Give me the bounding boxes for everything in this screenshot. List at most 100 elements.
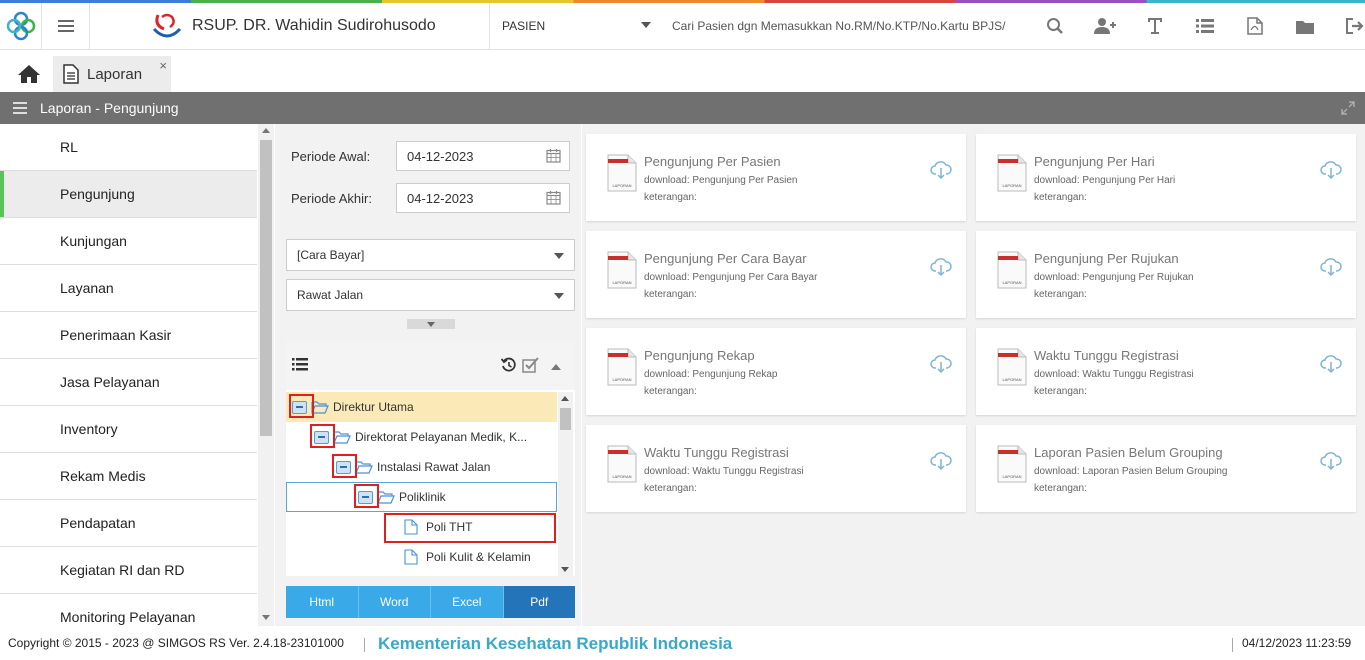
- sidebar-item-pengunjung[interactable]: Pengunjung: [0, 171, 257, 218]
- divider: [1232, 638, 1233, 652]
- panel-menu-button[interactable]: [0, 102, 40, 114]
- text-button[interactable]: [1130, 3, 1180, 49]
- report-download-text: download: Waktu Tunggu Registrasi: [1034, 369, 1194, 380]
- home-button[interactable]: [8, 59, 50, 89]
- report-note: keterangan:: [644, 483, 697, 494]
- list-button[interactable]: [1180, 3, 1230, 49]
- report-note: keterangan:: [1034, 483, 1087, 494]
- cloud-download-icon[interactable]: [930, 354, 952, 374]
- sidebar-item-kegiatan-ri-rd[interactable]: Kegiatan RI dan RD: [0, 547, 257, 594]
- search-button[interactable]: [1030, 3, 1080, 49]
- chevron-down-icon: [554, 293, 564, 299]
- scrollbar-thumb[interactable]: [560, 408, 571, 430]
- report-title: Waktu Tunggu Registrasi: [1034, 348, 1179, 363]
- sidebar-item-jasa-pelayanan[interactable]: Jasa Pelayanan: [0, 359, 257, 406]
- periode-akhir-input[interactable]: 04-12-2023: [396, 183, 570, 213]
- tab-laporan[interactable]: Laporan ×: [53, 56, 171, 92]
- chevron-down-icon: [427, 321, 435, 327]
- mode-select[interactable]: PASIEN: [491, 3, 661, 49]
- scroll-down-icon[interactable]: [561, 567, 569, 572]
- cara-bayar-value: [Cara Bayar]: [297, 248, 365, 262]
- menu-toggle-button[interactable]: [42, 3, 90, 49]
- calendar-icon[interactable]: [546, 190, 561, 205]
- report-icon-caption: LAPORAN: [612, 280, 631, 285]
- sidebar-item-monitoring-pelayanan[interactable]: Monitoring Pelayanan: [0, 594, 257, 626]
- top-bar: RSUP. DR. Wahidin Sudirohusodo PASIEN Ca…: [0, 0, 1365, 50]
- hamburger-icon: [57, 20, 74, 32]
- add-user-icon: [1094, 18, 1116, 34]
- tree-node-instalasi-rawat-jalan[interactable]: Instalasi Rawat Jalan: [330, 452, 557, 482]
- folder-icon: [1296, 20, 1314, 34]
- close-icon[interactable]: ×: [159, 58, 167, 73]
- report-card[interactable]: LAPORAN Pengunjung Per Rujukan download: P…: [976, 231, 1356, 318]
- report-card[interactable]: LAPORAN Laporan Pasien Belum Grouping down…: [976, 425, 1356, 512]
- hamburger-icon: [13, 102, 27, 114]
- home-icon: [18, 65, 40, 83]
- cloud-download-icon[interactable]: [930, 451, 952, 471]
- folder-open-icon: [355, 461, 373, 474]
- report-document-icon: LAPORAN: [997, 348, 1027, 386]
- tree-node-direktur-utama[interactable]: Direktur Utama: [286, 392, 557, 422]
- scrollbar-thumb[interactable]: [260, 140, 272, 436]
- sidebar-item-pendapatan[interactable]: Pendapatan: [0, 500, 257, 547]
- chevron-up-icon[interactable]: [551, 364, 561, 370]
- cloud-download-icon[interactable]: [930, 257, 952, 277]
- tree-scrollbar[interactable]: [558, 392, 573, 576]
- toolbar-icons: [1030, 3, 1365, 49]
- folder-open-icon: [377, 491, 395, 504]
- report-icon-caption: LAPORAN: [612, 377, 631, 382]
- logout-button[interactable]: [1330, 3, 1365, 49]
- file-icon: [404, 549, 418, 565]
- sidebar-item-inventory[interactable]: Inventory: [0, 406, 257, 453]
- format-excel-button[interactable]: Excel: [431, 586, 504, 618]
- app-logo[interactable]: [0, 3, 42, 49]
- pdf-button[interactable]: [1230, 3, 1280, 49]
- report-card[interactable]: LAPORAN Pengunjung Per Hari download: Peng…: [976, 134, 1356, 221]
- tree-node-direktorat-pelayanan-medik[interactable]: Direktorat Pelayanan Medik, K...: [308, 422, 557, 452]
- add-patient-button[interactable]: [1080, 3, 1130, 49]
- periode-awal-input[interactable]: 04-12-2023: [396, 141, 570, 171]
- sidebar-item-penerimaan-kasir[interactable]: Penerimaan Kasir: [0, 312, 257, 359]
- hospital-name: RSUP. DR. Wahidin Sudirohusodo: [192, 17, 436, 34]
- scroll-down-icon[interactable]: [262, 615, 270, 620]
- cloud-download-icon[interactable]: [930, 160, 952, 180]
- sidebar-item-label: Rekam Medis: [60, 468, 146, 484]
- format-word-button[interactable]: Word: [358, 586, 431, 618]
- report-document-icon: LAPORAN: [997, 445, 1027, 483]
- scroll-up-icon[interactable]: [262, 128, 270, 133]
- report-card[interactable]: LAPORAN Waktu Tunggu Registrasi download: …: [976, 328, 1356, 415]
- sidebar-item-rekam-medis[interactable]: Rekam Medis: [0, 453, 257, 500]
- collapse-toggle-button[interactable]: [407, 319, 455, 329]
- format-html-button[interactable]: Html: [286, 586, 359, 618]
- report-icon-caption: LAPORAN: [1002, 474, 1021, 479]
- check-all-icon[interactable]: [522, 357, 539, 373]
- periode-akhir-label: Periode Akhir:: [291, 191, 372, 206]
- cloud-download-icon[interactable]: [1320, 160, 1342, 180]
- calendar-icon[interactable]: [546, 148, 561, 163]
- report-card[interactable]: LAPORAN Pengunjung Per Pasien download: Pe…: [586, 134, 966, 221]
- folder-button[interactable]: [1280, 3, 1330, 49]
- sidebar-item-rl[interactable]: RL: [0, 124, 257, 171]
- sidebar-scrollbar[interactable]: [258, 124, 274, 626]
- history-icon[interactable]: [501, 357, 517, 373]
- tree-node-poli-kulit-kelamin[interactable]: Poli Kulit & Kelamin: [400, 542, 557, 572]
- tab-label: Laporan: [87, 65, 143, 83]
- sidebar-item-kunjungan[interactable]: Kunjungan: [0, 218, 257, 265]
- report-card[interactable]: LAPORAN Waktu Tunggu Registrasi download: …: [586, 425, 966, 512]
- format-pdf-button[interactable]: Pdf: [503, 586, 575, 618]
- fullscreen-icon[interactable]: [1341, 101, 1355, 115]
- list-icon[interactable]: [292, 358, 308, 371]
- sidebar-item-layanan[interactable]: Layanan: [0, 265, 257, 312]
- tree-node-poliklinik[interactable]: Poliklinik: [286, 482, 557, 512]
- jenis-kunjungan-select[interactable]: Rawat Jalan: [286, 279, 575, 311]
- report-card[interactable]: LAPORAN Pengunjung Per Cara Bayar download…: [586, 231, 966, 318]
- report-card[interactable]: LAPORAN Pengunjung Rekap download: Pengunj…: [586, 328, 966, 415]
- report-title: Pengunjung Per Rujukan: [1034, 251, 1179, 266]
- patient-search-input[interactable]: Cari Pasien dgn Memasukkan No.RM/No.KTP/…: [672, 3, 1022, 49]
- tree-node-label: Direktorat Pelayanan Medik, K...: [355, 430, 528, 444]
- cara-bayar-select[interactable]: [Cara Bayar]: [286, 239, 575, 271]
- cloud-download-icon[interactable]: [1320, 257, 1342, 277]
- scroll-up-icon[interactable]: [561, 396, 569, 401]
- cloud-download-icon[interactable]: [1320, 354, 1342, 374]
- cloud-download-icon[interactable]: [1320, 451, 1342, 471]
